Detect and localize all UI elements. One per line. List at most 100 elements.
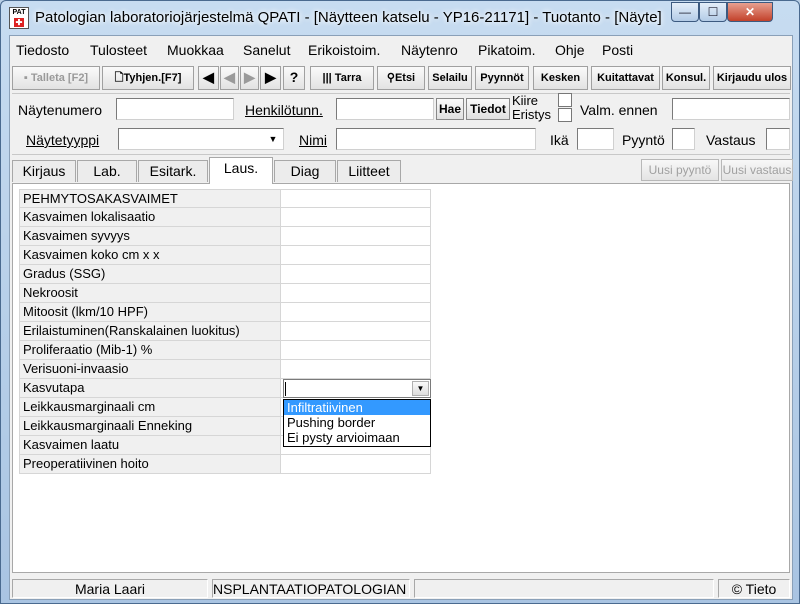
- person-id-input[interactable]: [336, 98, 434, 120]
- grid-row: Kasvutapa ▼ Infiltratiivinen Pushing border…: [19, 379, 431, 447]
- search-button[interactable]: ⚲Etsi: [377, 66, 425, 90]
- grid-row-value[interactable]: [281, 227, 431, 246]
- tab-kirjaus[interactable]: Kirjaus: [12, 160, 76, 182]
- fetch-button[interactable]: Hae: [436, 98, 464, 120]
- search-button-label: Etsi: [394, 72, 416, 84]
- grid-row-label: Leikkausmarginaali Enneking: [19, 417, 281, 436]
- arrow-left-icon: ◀: [203, 69, 214, 85]
- grid-row-value[interactable]: [281, 455, 431, 474]
- grid-row-label: Kasvaimen laatu: [19, 436, 281, 455]
- grid-row-label: Kasvaimen syvyys: [19, 227, 281, 246]
- divider: [12, 154, 790, 155]
- logout-button-label: Kirjaudu ulos: [716, 72, 788, 84]
- grid-row-value[interactable]: [281, 189, 431, 208]
- minimize-icon: —: [679, 5, 691, 19]
- grid-row-value[interactable]: [281, 284, 431, 303]
- last-record-button[interactable]: ▶: [260, 66, 281, 90]
- app-logo-text: PAT: [12, 9, 26, 16]
- chevron-down-icon[interactable]: ▼: [265, 131, 281, 147]
- floppy-icon: ▪: [23, 72, 28, 84]
- minimize-button[interactable]: —: [671, 2, 699, 22]
- sample-type-select[interactable]: ▼: [118, 128, 284, 150]
- app-window: PAT ✚ Patologian laboratoriojärjestelmä …: [0, 0, 800, 604]
- grid-row-label: Gradus (SSG): [19, 265, 281, 284]
- new-request-button[interactable]: Uusi pyyntö: [641, 159, 719, 181]
- statement-panel: PEHMYTOSAKASVAIMET Kasvaimen lokalisaatio…: [12, 183, 790, 573]
- menu-file[interactable]: Tiedosto: [16, 42, 69, 58]
- browse-button[interactable]: Selailu: [428, 66, 472, 90]
- new-document-icon: 🗋: [114, 72, 124, 84]
- grid-row-value[interactable]: [281, 360, 431, 379]
- name-label[interactable]: Nimi: [299, 132, 327, 148]
- grid-row: Erilaistuminen(Ranskalainen luokitus): [19, 322, 431, 341]
- menu-special[interactable]: Erikoistoim.: [308, 42, 380, 58]
- menu-mail[interactable]: Posti: [602, 42, 633, 58]
- status-extra: [414, 579, 714, 598]
- grid-row-value[interactable]: [281, 265, 431, 284]
- consult-button-label: Konsul.: [665, 72, 707, 84]
- label-button[interactable]: ||| Tarra: [310, 66, 374, 90]
- new-answer-button[interactable]: Uusi vastaus: [721, 159, 793, 181]
- menu-dictations[interactable]: Sanelut: [243, 42, 290, 58]
- answer-label: Vastaus: [706, 132, 756, 148]
- consult-button[interactable]: Konsul.: [662, 66, 710, 90]
- grid-row: Gradus (SSG): [19, 265, 431, 284]
- chevron-down-icon[interactable]: ▼: [412, 381, 429, 396]
- urgent-checkbox[interactable]: [558, 93, 572, 107]
- ready-before-input[interactable]: [672, 98, 790, 120]
- person-id-label[interactable]: Henkilötunn.: [245, 102, 323, 118]
- grid-row-label: Nekroosit: [19, 284, 281, 303]
- menu-quick[interactable]: Pikatoim.: [478, 42, 536, 58]
- request-input[interactable]: [672, 128, 695, 150]
- growth-pattern-dropdown-list: Infiltratiivinen Pushing border Ei pysty a…: [283, 399, 431, 447]
- grid-row-value[interactable]: [281, 208, 431, 227]
- isolation-checkbox[interactable]: [558, 108, 572, 122]
- growth-pattern-combobox[interactable]: ▼: [283, 379, 431, 398]
- grid-row-value[interactable]: [281, 303, 431, 322]
- menu-edit[interactable]: Muokkaa: [167, 42, 224, 58]
- menu-help[interactable]: Ohje: [555, 42, 585, 58]
- grid-row-value[interactable]: [281, 341, 431, 360]
- tab-laus[interactable]: Laus.: [209, 157, 273, 184]
- acknowledged-button[interactable]: Kuitattavat: [591, 66, 660, 90]
- grid-row-value[interactable]: [281, 246, 431, 265]
- menu-prints[interactable]: Tulosteet: [90, 42, 147, 58]
- grid-row-label: Erilaistuminen(Ranskalainen luokitus): [19, 322, 281, 341]
- tab-lab[interactable]: Lab.: [77, 160, 137, 182]
- next-record-button[interactable]: ▶: [240, 66, 259, 90]
- clear-button[interactable]: 🗋Tyhjen.[F7]: [102, 66, 194, 90]
- dropdown-option[interactable]: Pushing border: [284, 415, 430, 430]
- grid-row-label: Kasvaimen lokalisaatio: [19, 208, 281, 227]
- close-icon: ✕: [744, 5, 756, 19]
- grid-row-value[interactable]: [281, 322, 431, 341]
- help-button[interactable]: ?: [283, 66, 305, 90]
- tab-liitteet[interactable]: Liitteet: [337, 160, 401, 182]
- maximize-button[interactable]: ☐: [699, 2, 727, 22]
- logout-button[interactable]: Kirjaudu ulos: [713, 66, 791, 90]
- first-record-button[interactable]: ◀: [198, 66, 219, 90]
- menu-sample-nr[interactable]: Näytenro: [401, 42, 458, 58]
- tab-esitark[interactable]: Esitark.: [138, 160, 208, 182]
- sample-type-label[interactable]: Näytetyyppi: [26, 132, 99, 148]
- tab-diag[interactable]: Diag: [274, 160, 336, 182]
- sample-number-input[interactable]: [116, 98, 234, 120]
- dropdown-option[interactable]: Ei pysty arvioimaan: [284, 430, 430, 445]
- ready-before-label: Valm. ennen: [580, 102, 658, 118]
- name-input[interactable]: [336, 128, 536, 150]
- save-button[interactable]: ▪ Talleta [F2]: [12, 66, 100, 90]
- answer-input[interactable]: [766, 128, 790, 150]
- requests-button[interactable]: Pyynnöt: [475, 66, 529, 90]
- grid-row-label: Kasvutapa: [19, 379, 281, 398]
- unfinished-button[interactable]: Kesken: [533, 66, 588, 90]
- title-bar[interactable]: PAT ✚ Patologian laboratoriojärjestelmä …: [1, 1, 799, 35]
- age-input[interactable]: [577, 128, 614, 150]
- label-button-label: Tarra: [334, 72, 362, 84]
- isolation-label: Eristys: [512, 107, 551, 122]
- urgent-label: Kiire: [512, 93, 539, 108]
- grid-row: Verisuoni-invaasio: [19, 360, 431, 379]
- app-logo-icon[interactable]: PAT ✚: [9, 7, 29, 29]
- previous-record-button[interactable]: ◀: [220, 66, 239, 90]
- info-button[interactable]: Tiedot: [466, 98, 510, 120]
- dropdown-option[interactable]: Infiltratiivinen: [284, 400, 430, 415]
- close-button[interactable]: ✕: [727, 2, 773, 22]
